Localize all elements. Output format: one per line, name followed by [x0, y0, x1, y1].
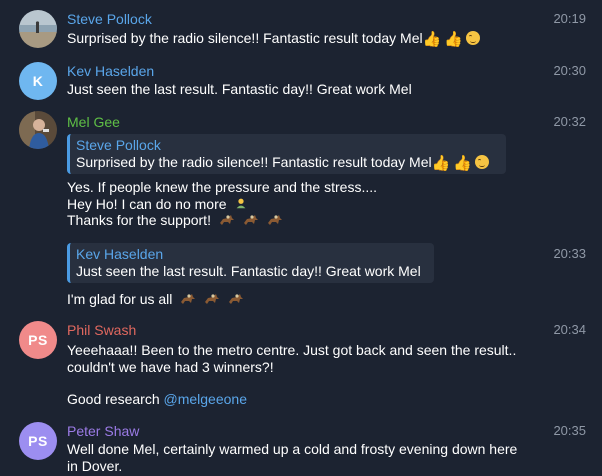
horse-racing-icon: [267, 215, 282, 225]
thumbs-up-icon: 👍: [422, 30, 442, 48]
message-line-text: Thanks for the support!: [67, 212, 211, 228]
timestamp: 20:35: [553, 423, 586, 438]
reply-text: Just seen the last result. Fantastic day…: [76, 263, 421, 279]
thumbs-up-icon: 👍: [453, 154, 472, 172]
beach-photo-icon: [19, 10, 57, 48]
avatar-phil-swash[interactable]: PS: [19, 321, 57, 359]
message-body: Good research: [67, 391, 164, 407]
message-text: Surprised by the radio silence!! Fantast…: [67, 30, 480, 47]
message-line: Yes. If people knew the pressure and the…: [67, 179, 377, 195]
avatar-kev-haselden[interactable]: K: [19, 62, 57, 100]
horse-racing-icon: [243, 215, 258, 225]
reply-body: Surprised by the radio silence!! Fantast…: [76, 154, 432, 170]
message-mel-gee[interactable]: Mel Gee 20:32 Steve Pollock Surprised by…: [0, 105, 602, 235]
avatar-steve-pollock[interactable]: [19, 10, 57, 48]
message-peter-shaw[interactable]: PS Peter Shaw 20:35 Well done Mel, certa…: [0, 415, 602, 476]
mention-link[interactable]: @melgeeone: [164, 391, 248, 407]
message-phil-swash[interactable]: PS Phil Swash 20:34 Yeeehaaa!! Been to t…: [0, 315, 602, 415]
message-text: Yes. If people knew the pressure and the…: [67, 179, 377, 229]
message-kev-haselden[interactable]: K Kev Haselden 20:30 Just seen the last …: [0, 60, 602, 105]
timestamp: 20:33: [553, 246, 586, 261]
reply-text: Surprised by the radio silence!! Fantast…: [76, 154, 498, 171]
message-text: Well done Mel, certainly warmed up a col…: [67, 441, 517, 474]
horse-racing-icon: [181, 294, 196, 304]
winking-face-icon: [466, 31, 480, 45]
avatar-initials: PS: [28, 433, 48, 449]
message-line: Well done Mel, certainly warmed up a col…: [67, 441, 518, 457]
thumbs-up-icon: 👍: [444, 30, 463, 48]
message-line: Thanks for the support!: [67, 212, 377, 229]
message-text: I'm glad for us all: [67, 291, 244, 308]
sender-name[interactable]: Phil Swash: [67, 321, 136, 339]
message-line: in Dover.: [67, 457, 123, 474]
horse-racing-icon: [205, 294, 220, 304]
reply-sender-name: Steve Pollock: [76, 137, 161, 153]
horse-racing-icon: [219, 215, 234, 225]
sender-name[interactable]: Kev Haselden: [67, 62, 154, 80]
reply-quote[interactable]: Steve Pollock Surprised by the radio sil…: [67, 134, 506, 174]
person-photo-icon: [19, 111, 57, 149]
chat-message-list[interactable]: Steve Pollock 20:19 Surprised by the rad…: [0, 0, 602, 476]
horse-racing-icon: [229, 294, 244, 304]
timestamp: 20:32: [553, 114, 586, 129]
message-body: I'm glad for us all: [67, 291, 173, 307]
message-line: Hey Ho! I can do no more: [67, 196, 377, 213]
sender-name[interactable]: Peter Shaw: [67, 422, 139, 440]
message-text: Just seen the last result. Fantastic day…: [67, 81, 412, 97]
reply-quote[interactable]: Kev Haselden Just seen the last result. …: [67, 243, 434, 283]
winking-face-icon: [475, 155, 489, 169]
message-body: Surprised by the radio silence!! Fantast…: [67, 30, 423, 46]
message-line: Yeeehaaa!! Been to the metro centre. Jus…: [67, 342, 517, 358]
message-text: Good research @melgeeone: [67, 391, 247, 408]
avatar-initials: PS: [28, 332, 48, 348]
message-line: couldn't we have had 3 winners?!: [67, 358, 274, 375]
timestamp: 20:34: [553, 322, 586, 337]
message-line-text: Hey Ho! I can do no more: [67, 195, 227, 212]
timestamp: 20:19: [553, 11, 586, 26]
message-text: Yeeehaaa!! Been to the metro centre. Jus…: [67, 342, 516, 375]
sender-name[interactable]: Steve Pollock: [67, 10, 152, 28]
reply-sender-name: Kev Haselden: [76, 246, 164, 262]
thumbs-up-icon: 👍: [431, 154, 451, 172]
avatar-peter-shaw[interactable]: PS: [19, 422, 57, 460]
message-mel-gee-followup[interactable]: 20:33 Kev Haselden Just seen the last re…: [0, 235, 602, 315]
timestamp: 20:30: [553, 63, 586, 78]
genie-emoji-icon: [237, 198, 246, 208]
sender-name[interactable]: Mel Gee: [67, 113, 120, 131]
avatar-mel-gee[interactable]: [19, 111, 57, 149]
avatar-initials: K: [32, 73, 44, 89]
message-steve-pollock[interactable]: Steve Pollock 20:19 Surprised by the rad…: [0, 0, 602, 60]
